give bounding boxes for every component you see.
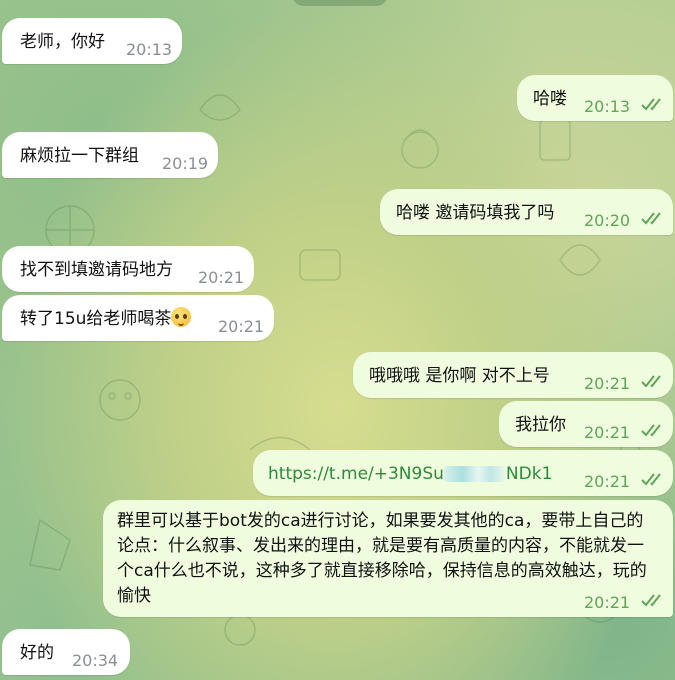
double-check-icon — [641, 594, 661, 607]
message-time: 20:20 — [584, 211, 631, 230]
top-date-pill — [292, 0, 388, 6]
message-time: 20:21 — [198, 268, 245, 287]
double-check-icon — [641, 212, 661, 225]
message-bubble-incoming[interactable]: 好的 20:34 — [2, 629, 130, 675]
message-text: 找不到填邀请码地方 — [20, 260, 173, 280]
message-text: 群里可以基于bot发的ca进行讨论，如果要发其他的ca，要带上自己的论点：什么叙… — [117, 511, 647, 606]
message-bubble-outgoing[interactable]: 哈喽 20:13 — [517, 75, 673, 121]
message-time: 20:13 — [126, 40, 173, 59]
pleading-face-emoji — [171, 307, 192, 327]
message-bubble-outgoing[interactable]: 群里可以基于bot发的ca进行讨论，如果要发其他的ca，要带上自己的论点：什么叙… — [103, 500, 673, 617]
message-text: 转了15u给老师喝茶 — [20, 306, 192, 332]
message-text: 我拉你 — [515, 415, 566, 435]
message-bubble-incoming[interactable]: 麻烦拉一下群组 20:19 — [2, 132, 218, 178]
message-bubble-incoming[interactable]: 老师，你好 20:13 — [2, 18, 182, 64]
double-check-icon — [641, 375, 661, 388]
redacted-region — [443, 466, 506, 482]
message-text: 好的 — [20, 643, 54, 663]
message-text: 哦哦哦 是你啊 对不上号 — [369, 366, 550, 386]
message-text: 麻烦拉一下群组 — [20, 146, 139, 166]
message-bubble-outgoing[interactable]: 我拉你 20:21 — [499, 401, 673, 447]
invite-link-end: NDk1 — [505, 464, 553, 484]
message-time: 20:21 — [584, 423, 631, 442]
message-bubble-incoming[interactable]: 找不到填邀请码地方 20:21 — [2, 246, 254, 292]
message-bubble-outgoing[interactable]: 哦哦哦 是你啊 对不上号 20:21 — [353, 352, 673, 398]
message-time: 20:21 — [584, 472, 631, 491]
message-time: 20:21 — [218, 317, 265, 336]
message-time: 20:34 — [72, 651, 119, 670]
message-bubble-outgoing[interactable]: https://t.me/+3N9Su NDk1 20:21 — [253, 450, 673, 496]
double-check-icon — [641, 98, 661, 111]
double-check-icon — [641, 473, 661, 486]
invite-link-start: https://t.me/+3N9Su — [268, 464, 444, 484]
message-text: 哈喽 邀请码填我了吗 — [396, 203, 555, 223]
message-bubble-outgoing[interactable]: 哈喽 邀请码填我了吗 20:20 — [380, 189, 673, 235]
message-time: 20:21 — [584, 374, 631, 393]
message-time: 20:13 — [584, 97, 631, 116]
message-text: 老师，你好 — [20, 32, 105, 52]
double-check-icon — [641, 424, 661, 437]
message-time: 20:19 — [162, 154, 209, 173]
message-time: 20:21 — [584, 593, 631, 612]
message-text: 哈喽 — [533, 89, 567, 109]
message-bubble-incoming[interactable]: 转了15u给老师喝茶 20:21 — [2, 295, 274, 341]
message-text-content: 转了15u给老师喝茶 — [20, 309, 172, 329]
invite-link[interactable]: https://t.me/+3N9Su NDk1 — [268, 461, 552, 487]
